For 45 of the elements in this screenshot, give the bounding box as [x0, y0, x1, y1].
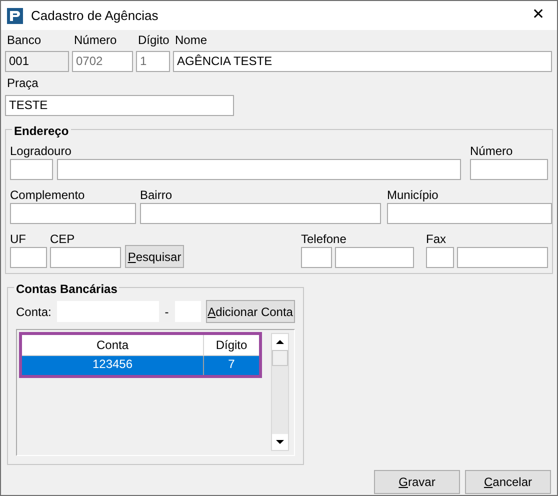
button[interactable]: Adicionar Conta: [206, 300, 296, 323]
field-label: Dígito: [138, 33, 170, 47]
table-cell-text: 7: [227, 356, 236, 373]
field-label: Logradouro: [10, 144, 72, 158]
field-label: Praça: [7, 76, 40, 90]
window-title: Cadastro de Agências: [31, 6, 160, 25]
text-field[interactable]: [335, 247, 414, 268]
text-field[interactable]: [457, 247, 548, 268]
button[interactable]: Pesquisar: [125, 245, 184, 268]
text-field[interactable]: [50, 247, 121, 268]
field-label: Complemento: [10, 188, 86, 202]
button[interactable]: Gravar: [374, 470, 460, 494]
text-field[interactable]: AGÊNCIA TESTE: [173, 51, 552, 72]
field-label: CEP: [50, 232, 76, 246]
field-label: Número: [470, 144, 514, 158]
field-label: Nome: [175, 33, 208, 47]
text-field[interactable]: [426, 247, 454, 268]
text-field[interactable]: TESTE: [5, 95, 234, 116]
table-row[interactable]: 123456 7: [22, 356, 259, 375]
app-logo-icon: [7, 8, 23, 24]
scrollbar[interactable]: [271, 333, 289, 451]
text-field[interactable]: [387, 203, 552, 224]
scroll-thumb[interactable]: [272, 350, 288, 366]
field-label: Número: [74, 33, 118, 47]
button[interactable]: Cancelar: [465, 470, 551, 494]
field-label: Banco: [7, 33, 42, 47]
text-field[interactable]: [140, 203, 381, 224]
text-field[interactable]: [301, 247, 332, 268]
text-field[interactable]: [10, 203, 136, 224]
table-cell: 123456: [22, 356, 204, 375]
close-button[interactable]: ✕: [532, 4, 545, 27]
text-field[interactable]: [10, 159, 53, 180]
field-label: Bairro: [140, 188, 174, 202]
separator-label: -: [164, 304, 169, 320]
text-field[interactable]: 001: [5, 51, 69, 72]
scroll-up-icon[interactable]: [272, 334, 288, 350]
field-label: Conta:: [16, 304, 52, 320]
field-label: Telefone: [301, 232, 348, 246]
text-field[interactable]: [57, 159, 461, 180]
text-field[interactable]: [10, 247, 47, 268]
scroll-down-icon[interactable]: [272, 434, 288, 450]
field-label: Município: [387, 188, 440, 202]
field-label: UF: [10, 232, 27, 246]
text-field[interactable]: [470, 159, 548, 180]
field-label: Fax: [426, 232, 448, 246]
